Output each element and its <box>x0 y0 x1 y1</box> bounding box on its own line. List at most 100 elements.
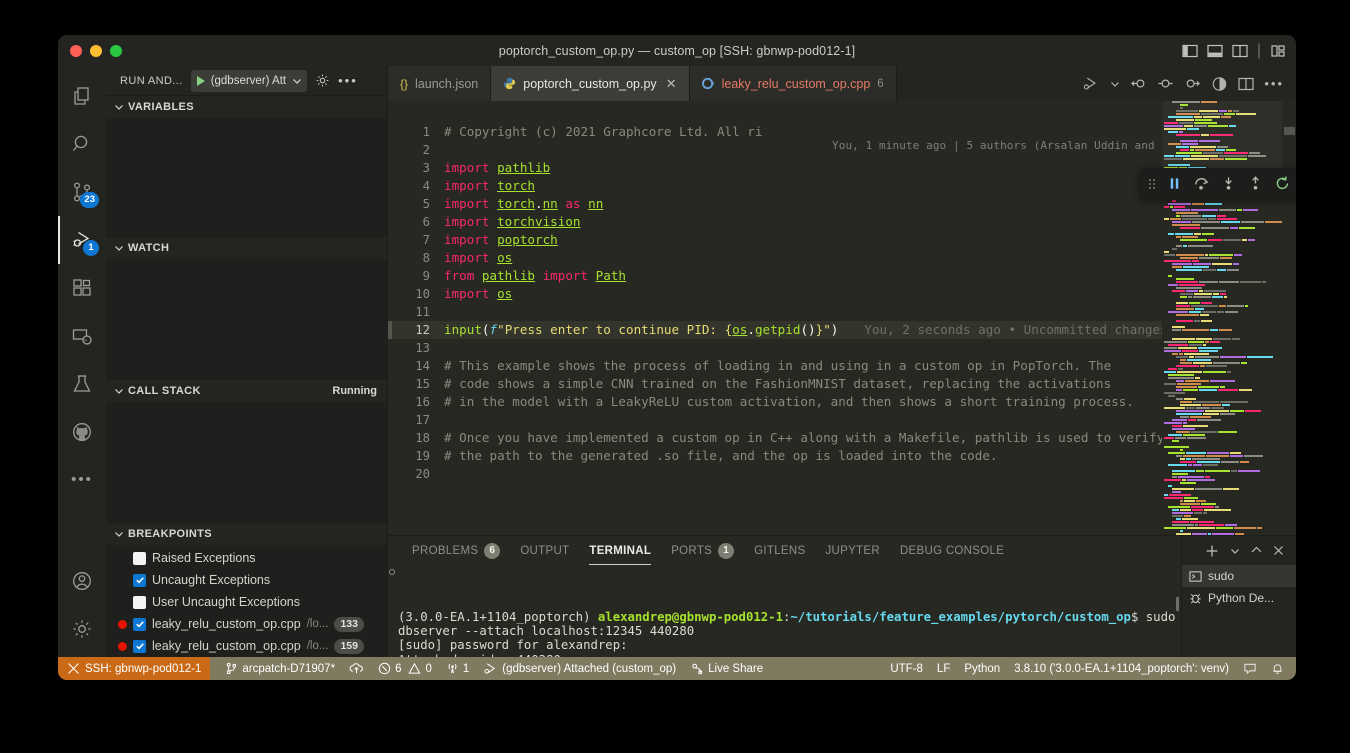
code-line[interactable]: 8import os <box>388 249 1296 267</box>
code-line[interactable]: 19# the path to the generated .so file, … <box>388 447 1296 465</box>
status-language-mode[interactable]: Python <box>957 657 1007 680</box>
breakpoint-row[interactable]: User Uncaught Exceptions <box>106 591 387 613</box>
status-radio-tower[interactable]: 1 <box>439 657 476 680</box>
new-terminal-icon[interactable] <box>1205 544 1219 558</box>
layout-controls[interactable]: | <box>1182 42 1286 60</box>
chevron-down-icon[interactable] <box>1110 79 1120 89</box>
activity-item-extensions[interactable] <box>58 264 106 312</box>
chevron-down-icon[interactable] <box>114 102 124 112</box>
breakpoint-checkbox[interactable] <box>133 618 146 631</box>
code-line[interactable]: 15# code shows a simple CNN trained on t… <box>388 375 1296 393</box>
breakpoint-checkbox[interactable] <box>133 574 146 587</box>
activity-item-search[interactable] <box>58 120 106 168</box>
panel-tab-jupyter[interactable]: JUPYTER <box>815 536 890 565</box>
variables-list[interactable] <box>106 118 387 236</box>
debug-configuration-dropdown[interactable]: (gdbserver) Att­ <box>191 70 307 92</box>
ellipsis-icon[interactable]: ••• <box>1264 76 1284 91</box>
status-notifications[interactable] <box>1264 657 1296 680</box>
activity-item-remote-explorer[interactable]: >_ <box>58 312 106 360</box>
terminal-output[interactable]: (3.0.0-EA.1+1104_poptorch) alexandrep@gb… <box>388 565 1181 657</box>
terminal-scrollbar[interactable] <box>1176 597 1179 611</box>
chevron-down-icon[interactable] <box>114 529 124 539</box>
close-panel-icon[interactable] <box>1273 545 1284 556</box>
panel-tab-problems[interactable]: PROBLEMS 6 <box>402 536 510 565</box>
status-feedback[interactable] <box>1236 657 1264 680</box>
code-line[interactable]: 12input(f"Press enter to continue PID: {… <box>388 321 1296 339</box>
panel-tab-debug-console[interactable]: DEBUG CONSOLE <box>890 536 1014 565</box>
panel-tab-terminal[interactable]: TERMINAL <box>579 536 661 565</box>
activity-item-manage-settings[interactable] <box>58 605 106 653</box>
code-line[interactable]: 18# Once you have implemented a custom o… <box>388 429 1296 447</box>
terminal-tab-sudo[interactable]: sudo <box>1182 565 1296 587</box>
code-line[interactable]: 13 <box>388 339 1296 357</box>
breakpoint-checkbox[interactable] <box>133 596 146 609</box>
tab-launch-json[interactable]: {} launch.json <box>388 66 491 101</box>
activity-item-github[interactable] <box>58 408 106 456</box>
toggle-primary-sidebar-icon[interactable] <box>1182 44 1198 58</box>
code-line[interactable]: 20 <box>388 465 1296 483</box>
code-line[interactable]: 17 <box>388 411 1296 429</box>
breakpoint-row[interactable]: Raised Exceptions <box>106 547 387 569</box>
breakpoint-checkbox[interactable] <box>133 640 146 653</box>
breakpoint-row[interactable]: leaky_relu_custom_op.cpp /lo... 133 <box>106 613 387 635</box>
coverage-icon[interactable] <box>1211 76 1228 92</box>
start-debugging-icon[interactable] <box>197 76 205 86</box>
debug-toolbar[interactable] <box>1140 168 1296 199</box>
close-window-button[interactable] <box>70 45 82 57</box>
status-remote-indicator[interactable]: SSH: gbnwp-pod012-1 <box>58 657 210 680</box>
code-line[interactable]: 16# in the model with a LeakyReLU custom… <box>388 393 1296 411</box>
breakpoint-row[interactable]: leaky_relu_custom_op.cpp /lo... 159 <box>106 635 387 657</box>
status-problems[interactable]: 6 0 <box>371 657 439 680</box>
status-sync[interactable] <box>342 657 371 680</box>
step-over-icon[interactable] <box>1189 171 1214 196</box>
activity-item-more-views[interactable]: ••• <box>58 456 106 504</box>
section-call-stack-header[interactable]: CALL STACK Running <box>106 380 387 402</box>
code-line[interactable]: 1# Copyright (c) 2021 Graphcore Ltd. All… <box>388 123 1296 141</box>
code-line[interactable]: 6import torchvision <box>388 213 1296 231</box>
code-line[interactable]: 11 <box>388 303 1296 321</box>
activity-item-testing[interactable] <box>58 360 106 408</box>
breakpoint-icon[interactable] <box>1157 76 1174 91</box>
code-line[interactable]: 2 <box>388 141 1296 159</box>
section-variables-header[interactable]: VARIABLES <box>106 96 387 118</box>
activity-item-run-and-debug[interactable]: 1 <box>58 216 106 264</box>
panel-tab-output[interactable]: OUTPUT <box>510 536 579 565</box>
status-eol[interactable]: LF <box>930 657 957 680</box>
chevron-down-icon[interactable] <box>292 76 302 86</box>
status-branch[interactable]: arcpatch-D71907* <box>218 657 342 680</box>
call-stack-list[interactable] <box>106 402 387 522</box>
breakpoint-checkbox[interactable] <box>133 552 146 565</box>
section-watch-header[interactable]: WATCH <box>106 237 387 259</box>
scrollbar-thumb[interactable] <box>1284 127 1295 135</box>
maximize-window-button[interactable] <box>110 45 122 57</box>
chevron-down-icon[interactable] <box>1230 546 1240 556</box>
window-traffic-lights[interactable] <box>70 45 122 57</box>
restart-icon[interactable] <box>1270 171 1295 196</box>
status-live-share[interactable]: Live Share <box>683 657 770 680</box>
activity-item-explorer[interactable] <box>58 72 106 120</box>
code-line[interactable]: 14# This example shows the process of lo… <box>388 357 1296 375</box>
toggle-secondary-sidebar-icon[interactable] <box>1232 44 1248 58</box>
drag-handle[interactable] <box>1144 179 1160 189</box>
activity-item-source-control[interactable]: 23 <box>58 168 106 216</box>
run-python-file-icon[interactable] <box>1083 76 1100 92</box>
customize-layout-icon[interactable] <box>1270 44 1286 58</box>
toggle-panel-icon[interactable] <box>1207 44 1223 58</box>
step-forward-icon[interactable] <box>1184 76 1201 91</box>
status-debug-session[interactable]: (gdbserver) Attached (custom_op) <box>476 657 683 680</box>
chevron-down-icon[interactable] <box>114 386 124 396</box>
section-breakpoints-header[interactable]: BREAKPOINTS <box>106 523 387 545</box>
step-out-icon[interactable] <box>1243 171 1268 196</box>
panel-tab-ports[interactable]: PORTS 1 <box>661 536 744 565</box>
terminal-tab-python-debug[interactable]: Python De... <box>1182 587 1296 609</box>
maximize-panel-icon[interactable] <box>1251 545 1262 556</box>
breakpoint-row[interactable]: Uncaught Exceptions <box>106 569 387 591</box>
minimize-window-button[interactable] <box>90 45 102 57</box>
close-icon[interactable]: ✕ <box>666 76 677 92</box>
pause-icon[interactable] <box>1162 171 1187 196</box>
watch-list[interactable] <box>106 259 387 379</box>
status-encoding[interactable]: UTF-8 <box>883 657 930 680</box>
split-editor-icon[interactable] <box>1238 77 1254 91</box>
code-line[interactable]: 10import os <box>388 285 1296 303</box>
step-into-icon[interactable] <box>1216 171 1241 196</box>
